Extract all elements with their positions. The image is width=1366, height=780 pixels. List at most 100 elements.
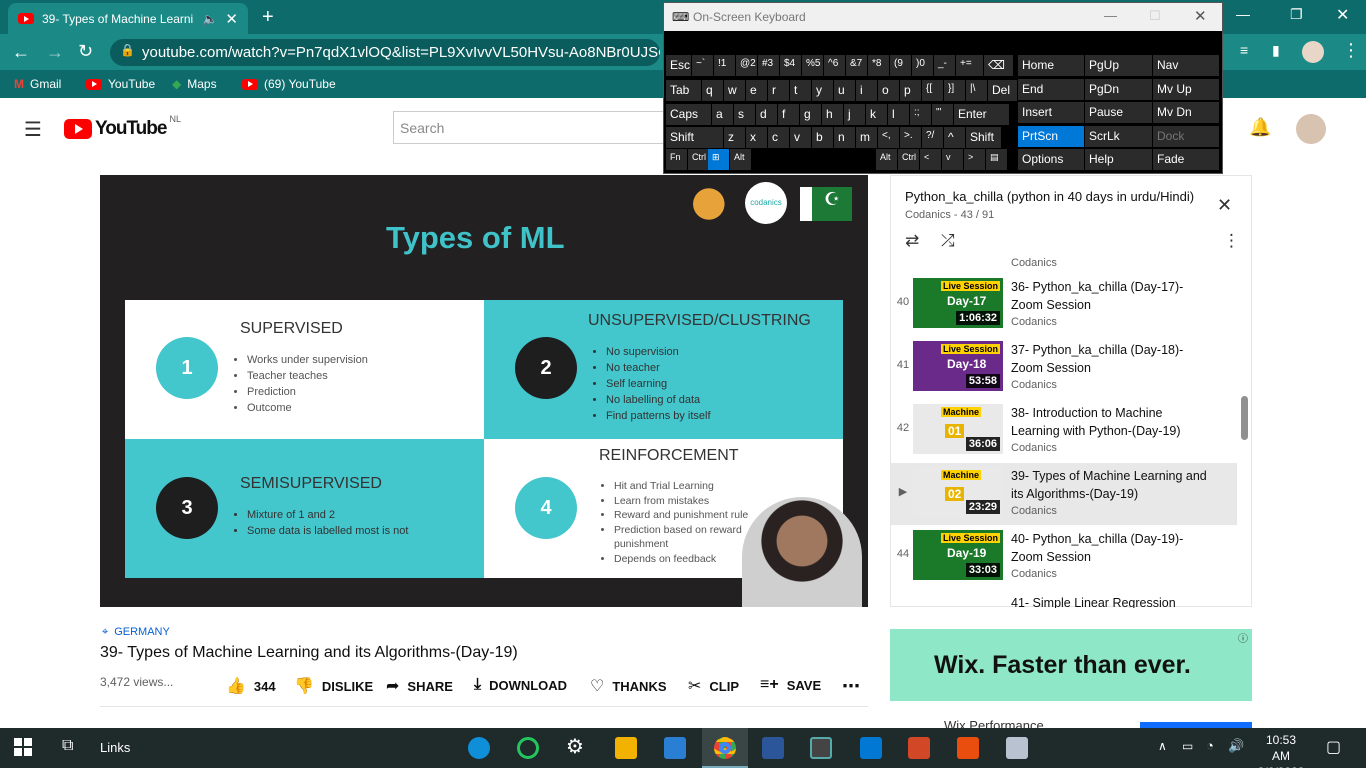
osk-key[interactable]: += <box>956 55 983 76</box>
osk-nav-key[interactable]: Options <box>1018 149 1084 170</box>
back-icon[interactable]: ← <box>12 42 30 63</box>
osk-key[interactable]: %5 <box>802 55 823 76</box>
osk-key[interactable]: < <box>920 149 941 170</box>
view-count[interactable]: 3,472 views... <box>100 675 173 689</box>
osk-key[interactable]: v <box>790 127 811 148</box>
url-field[interactable]: 🔒 youtube.com/watch?v=Pn7qdX1vlOQ&list=PL… <box>110 39 660 66</box>
minimize-icon[interactable]: — <box>1236 6 1250 22</box>
osk-key[interactable]: :; <box>910 104 931 125</box>
wifi-icon[interactable]: ◔ <box>1206 738 1214 753</box>
osk-nav-key[interactable]: Mv Up <box>1153 78 1219 100</box>
osk-key[interactable]: t <box>790 80 811 101</box>
profile-avatar[interactable] <box>1302 41 1324 63</box>
osk-nav-key[interactable]: Fade <box>1153 149 1219 170</box>
osk-key[interactable]: u <box>834 80 855 101</box>
osk-key[interactable]: z <box>724 127 745 148</box>
osk-key[interactable]: Enter <box>954 104 1009 125</box>
osk-key[interactable]: "' <box>932 104 953 125</box>
osk-nav-key[interactable]: Insert <box>1018 102 1084 123</box>
bookmark-maps[interactable]: ◆ Maps <box>172 77 217 91</box>
windows-start-icon[interactable] <box>14 738 32 756</box>
osk-key[interactable]: s <box>734 104 755 125</box>
tray-chevron-icon[interactable]: ∧ <box>1158 739 1167 753</box>
osk-nav-key[interactable]: Nav <box>1153 55 1219 76</box>
settings-gear-icon[interactable]: ⚙ <box>566 734 584 759</box>
reload-icon[interactable]: ↻ <box>78 41 93 62</box>
playlist-item[interactable]: 41 Live Session Day-18 53:58 37- Python_ka_c… <box>891 337 1237 399</box>
osk-key[interactable]: w <box>724 80 745 101</box>
osk-key[interactable]: (9 <box>890 55 911 76</box>
osk-key[interactable]: l <box>888 104 909 125</box>
osk-key[interactable]: h <box>822 104 843 125</box>
osk-nav-key[interactable]: End <box>1018 78 1084 100</box>
speaker-icon[interactable]: 🔈 <box>202 12 217 26</box>
youtube-logo[interactable]: YouTube NL <box>64 114 181 140</box>
tab-close-icon[interactable]: ✕ <box>225 10 238 28</box>
osk-key[interactable]: <, <box>878 127 899 148</box>
thanks-button[interactable]: ♡ THANKS <box>590 676 667 696</box>
ad-info-icon[interactable]: ⓘ <box>1238 630 1248 645</box>
side-panel-icon[interactable]: ▮ <box>1272 42 1280 59</box>
osk-key[interactable]: Shift <box>966 127 1001 148</box>
osk-key[interactable]: #3 <box>758 55 779 76</box>
playlist-scrollbar[interactable] <box>1241 396 1248 440</box>
osk-key[interactable]: r <box>768 80 789 101</box>
osk-nav-key[interactable]: Home <box>1018 55 1084 76</box>
osk-key[interactable]: Shift <box>666 127 723 148</box>
battery-icon[interactable]: ▭ <box>1182 739 1193 753</box>
loop-icon[interactable]: ⇄ <box>905 231 919 251</box>
bookmark-youtube-69[interactable]: (69) YouTube <box>242 77 336 91</box>
osk-nav-key[interactable]: Dock <box>1153 125 1219 147</box>
edge-icon[interactable] <box>468 737 490 759</box>
bookmark-gmail[interactable]: M Gmail <box>14 77 61 91</box>
download-button[interactable]: ⤓ DOWNLOAD <box>474 676 567 694</box>
bookmark-youtube[interactable]: YouTube <box>86 77 155 91</box>
browser-tab[interactable]: 39- Types of Machine Learnin 🔈 ✕ <box>8 3 248 34</box>
osk-nav-key[interactable]: Pause <box>1085 102 1152 123</box>
shuffle-icon[interactable]: ⤮ <box>941 231 955 251</box>
video-player[interactable]: codanics ☪ Types of ML 1 SUPERVISED Work… <box>100 175 868 607</box>
task-view-icon[interactable]: ⧉ <box>62 737 73 755</box>
word-icon[interactable] <box>762 737 784 759</box>
osk-key[interactable]: Ctrl <box>688 149 709 170</box>
ad-banner[interactable]: Wix. Faster than ever. <box>890 629 1252 701</box>
osk-nav-key[interactable]: PgUp <box>1085 55 1152 76</box>
osk-taskbar-icon[interactable] <box>1006 737 1028 759</box>
like-button[interactable]: 👍 344 <box>226 676 276 696</box>
notifications-bell-icon[interactable]: 🔔 <box>1249 117 1271 138</box>
osk-key[interactable]: > <box>964 149 985 170</box>
osk-key[interactable]: j <box>844 104 865 125</box>
osk-key[interactable]: n <box>834 127 855 148</box>
osk-key[interactable]: ^ <box>944 127 965 148</box>
osk-minimize-icon[interactable]: — <box>1104 8 1117 23</box>
osk-close-icon[interactable]: ✕ <box>1194 7 1207 25</box>
restore-icon[interactable]: ❐ <box>1290 6 1303 23</box>
osk-key[interactable]: ⌫ <box>984 55 1013 76</box>
osk-key[interactable]: ?/ <box>922 127 943 148</box>
location-tag[interactable]: ⌖ GERMANY <box>102 626 170 639</box>
osk-key[interactable]: &7 <box>846 55 867 76</box>
hamburger-menu-icon[interactable]: ☰ <box>24 117 42 142</box>
osk-nav-key[interactable]: PgDn <box>1085 78 1152 100</box>
osk-key[interactable]: *8 <box>868 55 889 76</box>
playlist-close-icon[interactable]: ✕ <box>1217 195 1232 216</box>
clock[interactable]: 10:53 AM 8/6/2022 <box>1256 732 1306 780</box>
osk-key[interactable]: ⊞ <box>708 149 729 170</box>
osk-key[interactable]: p <box>900 80 921 101</box>
vscode-icon[interactable] <box>860 737 882 759</box>
osk-key[interactable]: m <box>856 127 877 148</box>
volume-icon[interactable]: 🔊 <box>1228 738 1244 754</box>
osk-key[interactable]: >. <box>900 127 921 148</box>
office-icon[interactable] <box>957 737 979 759</box>
osk-key[interactable]: Esc <box>666 55 691 76</box>
osk-key[interactable]: {[ <box>922 80 943 101</box>
osk-nav-key[interactable]: Mv Dn <box>1153 102 1219 123</box>
osk-key[interactable]: _- <box>934 55 955 76</box>
playlist-more-icon[interactable]: ⋮ <box>1223 231 1240 251</box>
share-button[interactable]: ➦ SHARE <box>386 676 453 696</box>
osk-key[interactable]: q <box>702 80 723 101</box>
osk-key[interactable]: ~` <box>692 55 713 76</box>
osk-key[interactable]: ^6 <box>824 55 845 76</box>
playlist-item-current[interactable]: ▶ Machine 02 23:29 39- Types of Machine Lear… <box>891 463 1237 525</box>
osk-key[interactable]: g <box>800 104 821 125</box>
